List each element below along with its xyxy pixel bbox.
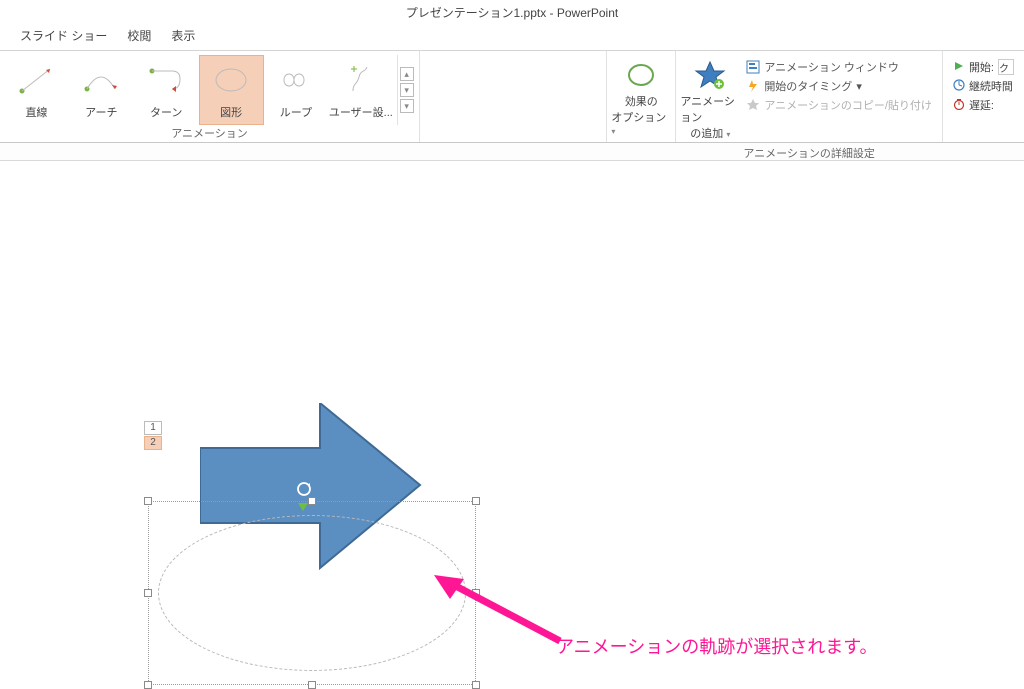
play-icon (953, 60, 965, 75)
timing-delay-row[interactable]: 遅延: (953, 97, 1014, 113)
arc-path-icon (77, 60, 125, 100)
ribbon-tabs: スライド ショー 校閲 表示 (0, 23, 1024, 51)
chevron-down-icon: ▾ (400, 83, 414, 97)
chevron-down-icon: ▾ (856, 80, 862, 93)
painter-icon (746, 98, 760, 112)
add-animation-icon (694, 59, 726, 91)
delay-icon (953, 98, 965, 113)
annotation-arrow-icon (430, 571, 570, 656)
rotate-handle-icon[interactable] (296, 481, 312, 497)
annotation-text: アニメーションの軌跡が選択されます。 (556, 633, 877, 659)
timing-duration-row[interactable]: 継続時間 (953, 78, 1014, 94)
anim-thumb-line[interactable]: 直線 (4, 55, 69, 125)
animation-order-tags: 1 2 (144, 421, 162, 451)
window-title: プレゼンテーション1.pptx - PowerPoint (406, 6, 618, 20)
add-animation-button[interactable]: アニメーション の追加 ▾ (680, 55, 740, 145)
selection-handle[interactable] (308, 497, 316, 505)
tab-review[interactable]: 校閲 (117, 23, 161, 50)
timing-start-row[interactable]: 開始: ク (953, 59, 1014, 75)
anim-thumb-custom[interactable]: ユーザー設... (328, 55, 393, 125)
duration-icon (953, 79, 965, 94)
chevron-up-icon: ▴ (400, 67, 414, 81)
order-tag-1[interactable]: 1 (144, 421, 162, 435)
effect-options-icon (625, 59, 657, 91)
selection-handle[interactable] (144, 589, 152, 597)
pane-icon (746, 60, 760, 74)
selection-handle[interactable] (472, 681, 480, 689)
trigger-icon (746, 79, 760, 93)
chevron-down-icon: ▾ (611, 127, 615, 136)
turn-path-icon (142, 60, 190, 100)
selection-handle[interactable] (472, 497, 480, 505)
anim-thumb-shape[interactable]: 図形 (199, 55, 264, 125)
anim-gallery-more[interactable]: ▴ ▾ ▾ (397, 55, 415, 125)
trigger-button[interactable]: 開始のタイミング ▾ (746, 78, 932, 94)
more-icon: ▾ (400, 99, 414, 113)
tab-view[interactable]: 表示 (161, 23, 205, 50)
line-path-icon (12, 60, 60, 100)
chevron-down-icon: ▾ (726, 130, 730, 139)
motion-path-selection[interactable] (148, 501, 476, 685)
animation-pane-button[interactable]: アニメーション ウィンドウ (746, 59, 932, 75)
tab-slideshow[interactable]: スライド ショー (10, 23, 117, 50)
animation-painter-button[interactable]: アニメーションのコピー/貼り付け (746, 97, 932, 113)
anim-thumb-turn[interactable]: ターン (134, 55, 199, 125)
selection-handle[interactable] (144, 497, 152, 505)
ribbon: 直線 アーチ ターン 図形 (0, 51, 1024, 143)
motion-path-ellipse[interactable] (158, 515, 466, 671)
slide-canvas[interactable]: 1 2 アニメーションの軌跡が選択されます。 (0, 161, 1024, 661)
title-bar: プレゼンテーション1.pptx - PowerPoint (0, 0, 1024, 23)
order-tag-2[interactable]: 2 (144, 436, 162, 450)
anim-thumb-loop[interactable]: ループ (264, 55, 329, 125)
group-label-animation: アニメーション (0, 125, 419, 144)
loop-path-icon (272, 60, 320, 100)
anim-thumb-arc[interactable]: アーチ (69, 55, 134, 125)
selection-handle[interactable] (144, 681, 152, 689)
selection-handle[interactable] (308, 681, 316, 689)
start-field[interactable]: ク (998, 59, 1014, 75)
effect-options-button[interactable]: 効果の オプション ▾ (611, 55, 671, 141)
shape-path-icon (207, 60, 255, 100)
custom-path-icon (337, 60, 385, 100)
